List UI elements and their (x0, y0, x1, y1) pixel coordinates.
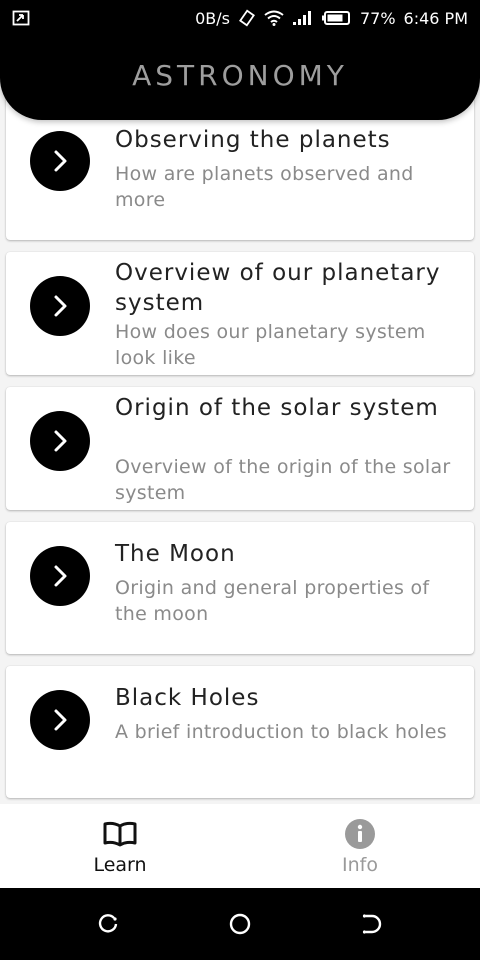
chevron-right-icon[interactable] (30, 276, 90, 336)
topic-title: The Moon (115, 541, 236, 567)
signal-icon (292, 11, 311, 25)
topic-card-moon[interactable]: The Moon Origin and general properties o… (6, 522, 474, 654)
status-bar: 0B/s 77% 6:46 PM (0, 0, 480, 36)
topic-subtitle: How are planets observed and more (115, 163, 414, 211)
topic-subtitle: Overview of the origin of the solar syst… (115, 456, 451, 504)
nav-label-learn: Learn (93, 854, 147, 876)
topic-card-black-holes[interactable]: Black Holes A brief introduction to blac… (6, 666, 474, 798)
app-header: ASTRONOMY (0, 36, 480, 120)
chevron-right-icon[interactable] (30, 690, 90, 750)
nav-item-info[interactable]: Info (240, 804, 480, 888)
bottom-nav: Learn Info (0, 804, 480, 888)
battery-icon (321, 11, 350, 25)
book-icon (102, 818, 138, 850)
topic-title: Origin of the solar system (115, 395, 439, 421)
system-nav-bar (0, 888, 480, 960)
page-title: ASTRONOMY (132, 59, 348, 92)
nav-label-info: Info (342, 854, 378, 876)
topic-subtitle: A brief introduction to black holes (115, 721, 447, 743)
topic-list[interactable]: Observing the planets How are planets ob… (6, 0, 474, 804)
topic-title: Observing the planets (115, 127, 391, 153)
nav-item-learn[interactable]: Learn (0, 804, 240, 888)
back-icon[interactable] (360, 912, 384, 936)
net-speed: 0B/s (195, 8, 230, 28)
topic-card-solar-origin[interactable]: Origin of the solar system Overview of t… (6, 387, 474, 510)
vibrate-icon (238, 9, 255, 27)
battery-percent: 77% (359, 8, 396, 28)
clock: 6:46 PM (403, 8, 468, 28)
topic-title: Overview of our planetary system (115, 260, 441, 316)
chevron-right-icon[interactable] (30, 411, 90, 471)
recents-icon[interactable] (96, 912, 120, 936)
topic-card-planetary-system[interactable]: Overview of our planetary system How doe… (6, 252, 474, 375)
home-icon[interactable] (228, 912, 252, 936)
screenshot-icon (12, 10, 30, 26)
topic-subtitle: Origin and general properties of the moo… (115, 577, 430, 625)
chevron-right-icon[interactable] (30, 546, 90, 606)
topic-subtitle: How does our planetary system look like (115, 321, 426, 369)
topic-title: Black Holes (115, 685, 260, 711)
chevron-right-icon[interactable] (30, 131, 90, 191)
info-icon (342, 818, 378, 850)
wifi-icon (264, 10, 284, 26)
